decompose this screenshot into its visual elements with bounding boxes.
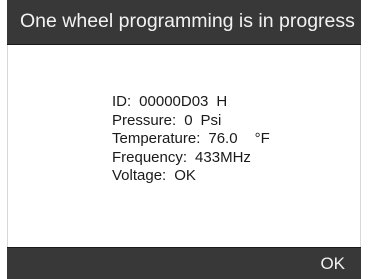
voltage-row: Voltage: OK — [112, 167, 270, 186]
sensor-info-panel: ID: 00000D03 H Pressure: 0 Psi Temperature: 7… — [7, 45, 361, 247]
frequency-row: Frequency: 433MHz — [112, 149, 270, 168]
id-value: 00000D03 — [139, 93, 209, 110]
dialog-title: One wheel programming is in progress — [20, 10, 355, 32]
bottom-bar: OK — [7, 247, 361, 279]
frequency-label: Frequency: — [112, 148, 188, 166]
id-row: ID: 00000D03 H — [112, 93, 270, 112]
frequency-value: 433MHz — [195, 148, 251, 166]
pressure-value: 0 — [184, 111, 193, 129]
programming-dialog: One wheel programming is in progress ID:… — [0, 0, 368, 279]
temperature-row: Temperature: 76.0 °F — [112, 130, 270, 149]
temperature-unit: °F — [254, 130, 270, 147]
id-suffix: H — [216, 93, 228, 110]
pressure-unit: Psi — [200, 111, 222, 129]
pressure-row: Pressure: 0 Psi — [112, 112, 270, 131]
temperature-label: Temperature: — [112, 130, 201, 147]
id-label: ID: — [112, 93, 132, 110]
voltage-label: Voltage: — [112, 167, 167, 184]
pressure-label: Pressure: — [112, 111, 177, 129]
sensor-info-list: ID: 00000D03 H Pressure: 0 Psi Temperature: 7… — [112, 93, 270, 186]
ok-button[interactable]: OK — [318, 251, 347, 277]
title-bar: One wheel programming is in progress — [7, 0, 361, 45]
voltage-value: OK — [174, 167, 196, 184]
temperature-value: 76.0 — [208, 130, 238, 147]
